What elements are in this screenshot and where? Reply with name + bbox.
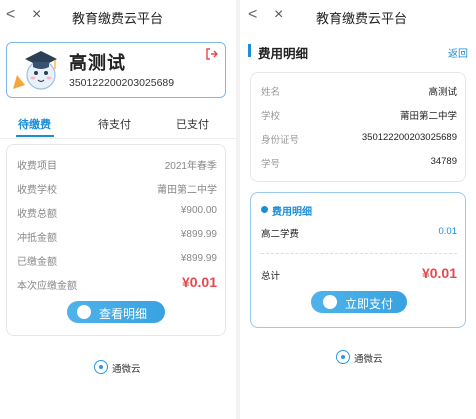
info-row: 学号 34789 (261, 156, 457, 170)
fee-label: 收费总额 (17, 209, 57, 220)
top-bar: < × 教育缴费云平台 (240, 0, 476, 32)
graduate-mascot-icon (13, 51, 57, 90)
fee-detail-screen: < × 教育缴费云平台 费用明细 返回 姓名 高测试 学校 莆田第二中学 身份证… (240, 0, 476, 419)
info-label: 身份证号 (261, 135, 300, 146)
fee-label: 收费项目 (17, 161, 57, 172)
brand-logo-icon (336, 350, 350, 364)
brand-footer: 通微云 (336, 350, 396, 366)
fee-detail-card: 费用明细 高二学费 0.01 总计 ¥0.01 立即支付 (250, 192, 466, 328)
back-button[interactable]: < (248, 6, 257, 24)
section-accent-bar (248, 44, 251, 57)
fee-row: 冲抵金额 ¥899.99 (17, 229, 217, 245)
amount-due-value: ¥0.01 (181, 274, 217, 290)
section-title: 费用明细 (258, 47, 309, 61)
top-bar: < × 教育缴费云平台 (0, 0, 236, 32)
view-details-button[interactable]: 查看明细 (67, 301, 165, 323)
info-row: 身份证号 350122200203025689 (261, 132, 457, 146)
close-button[interactable]: × (32, 6, 41, 24)
fee-value: ¥899.99 (180, 229, 217, 240)
tab-awaiting-payment[interactable]: 待支付 (98, 116, 131, 132)
student-info-card: 姓名 高测试 学校 莆田第二中学 身份证号 350122200203025689… (250, 72, 466, 182)
close-button[interactable]: × (274, 6, 283, 24)
dashed-divider (261, 253, 457, 254)
fee-row-amount-due: 本次应缴金额 ¥0.01 (17, 274, 217, 293)
fee-status-tabs: 待缴费 待支付 已支付 (0, 110, 236, 137)
info-value: 莆田第二中学 (399, 111, 457, 122)
fee-item-row: 高二学费 0.01 (261, 226, 457, 240)
fee-label: 已缴金额 (17, 257, 57, 268)
total-value: ¥0.01 (421, 265, 457, 281)
fee-detail-heading-text: 费用明细 (272, 207, 312, 218)
view-details-label: 查看明细 (99, 307, 148, 321)
info-value: 34789 (430, 156, 457, 167)
fee-value: ¥900.00 (180, 205, 217, 216)
fee-label: 收费学校 (17, 185, 57, 196)
fee-row: 已缴金额 ¥899.99 (17, 253, 217, 269)
fee-row: 收费学校 莆田第二中学 (17, 181, 217, 197)
info-label: 学校 (261, 111, 281, 122)
tab-pending[interactable]: 待缴费 (18, 116, 51, 132)
tabs-divider (0, 138, 236, 139)
heading-dot-icon (261, 206, 268, 213)
total-row: 总计 ¥0.01 (261, 265, 457, 283)
active-tab-indicator (16, 135, 54, 137)
pay-now-label: 立即支付 (345, 297, 394, 311)
info-row: 姓名 高测试 (261, 84, 457, 98)
logout-icon[interactable] (205, 47, 219, 61)
info-label: 学号 (261, 159, 281, 170)
fee-row: 收费项目 2021年春季 (17, 157, 217, 173)
back-button[interactable]: < (6, 6, 15, 24)
page-title: 教育缴费云平台 (72, 11, 164, 26)
fee-label: 冲抵金额 (17, 233, 57, 244)
fee-item-label: 高二学费 (261, 229, 300, 240)
pay-now-button[interactable]: 立即支付 (311, 291, 407, 313)
fee-row: 收费总额 ¥900.00 (17, 205, 217, 221)
student-name: 高测试 (69, 53, 126, 73)
page-title: 教育缴费云平台 (316, 11, 408, 26)
brand-name: 通微云 (112, 364, 141, 375)
info-value: 高测试 (428, 87, 457, 98)
student-id-number: 350122200203025689 (69, 77, 175, 89)
fee-value: ¥899.99 (180, 253, 217, 264)
brand-logo-icon (323, 295, 337, 309)
total-label: 总计 (261, 271, 281, 282)
info-value: 350122200203025689 (361, 132, 457, 143)
fee-value: 2021年春季 (164, 161, 217, 172)
fee-value: 莆田第二中学 (157, 185, 217, 196)
brand-footer: 通微云 (94, 360, 154, 376)
brand-logo-icon (77, 305, 91, 319)
pending-fees-screen: < × 教育缴费云平台 高测试 350122200203025689 待缴费 待… (0, 0, 236, 419)
brand-logo-icon (94, 360, 108, 374)
info-label: 姓名 (261, 87, 281, 98)
profile-card: 高测试 350122200203025689 (6, 42, 226, 98)
section-header: 费用明细 返回 (248, 42, 468, 61)
return-link[interactable]: 返回 (448, 45, 468, 60)
brand-name: 通微云 (354, 354, 383, 365)
fee-label: 本次应缴金额 (17, 281, 77, 292)
fee-item-value: 0.01 (438, 226, 458, 237)
fee-summary-card: 收费项目 2021年春季 收费学校 莆田第二中学 收费总额 ¥900.00 冲抵… (6, 144, 226, 336)
info-row: 学校 莆田第二中学 (261, 108, 457, 122)
tab-paid[interactable]: 已支付 (176, 116, 209, 132)
